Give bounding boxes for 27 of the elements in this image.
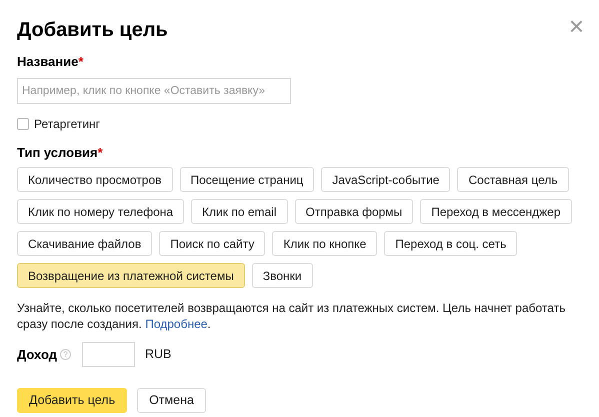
field-label: Тип условия* xyxy=(17,144,104,162)
condition-type-option[interactable]: Клик по email xyxy=(191,199,288,224)
add-goal-button[interactable]: Добавить цель xyxy=(17,388,128,413)
more-link[interactable]: Подробнее xyxy=(145,317,208,331)
retargeting-checkbox[interactable] xyxy=(17,118,29,130)
checkbox-label: Ретаргетинг xyxy=(34,116,100,132)
condition-type-option[interactable]: Количество просмотров xyxy=(17,167,172,192)
dialog-title: Добавить цель xyxy=(17,18,168,43)
condition-type-option[interactable]: Переход в соц. сеть xyxy=(384,231,518,256)
condition-type-option[interactable]: Звонки xyxy=(252,263,313,288)
currency-label: RUB xyxy=(144,346,172,364)
condition-type-option[interactable]: Возвращение из платежной системы xyxy=(17,263,245,288)
condition-type-option[interactable]: Клик по кнопке xyxy=(272,231,378,256)
condition-type-option[interactable]: JavaScript-событие xyxy=(321,167,450,192)
condition-type-option[interactable]: Клик по номеру телефона xyxy=(17,199,184,224)
condition-type-option[interactable]: Составная цель xyxy=(457,167,569,192)
field-label: Название* xyxy=(17,53,84,71)
income-label: Доход xyxy=(17,346,57,364)
description-text: Узнайте, сколько посетителей возвращаются на сайт из платежных систем. Цель начнет работать сразу после создания. Подробнее. xyxy=(17,300,566,332)
condition-type-option[interactable]: Скачивание файлов xyxy=(17,231,152,256)
condition-type-option[interactable]: Переход в мессенджер xyxy=(420,199,572,224)
name-input-field[interactable]: Например, клик по кнопке «Оставить заявку» xyxy=(17,78,291,104)
condition-type-option[interactable]: Поиск по сайту xyxy=(159,231,266,256)
cancel-button[interactable]: Отмена xyxy=(137,388,206,413)
condition-type-option[interactable]: Отправка формы xyxy=(294,199,414,224)
condition-type-option[interactable]: Посещение страниц xyxy=(180,167,314,192)
income-input-field[interactable] xyxy=(82,342,135,367)
